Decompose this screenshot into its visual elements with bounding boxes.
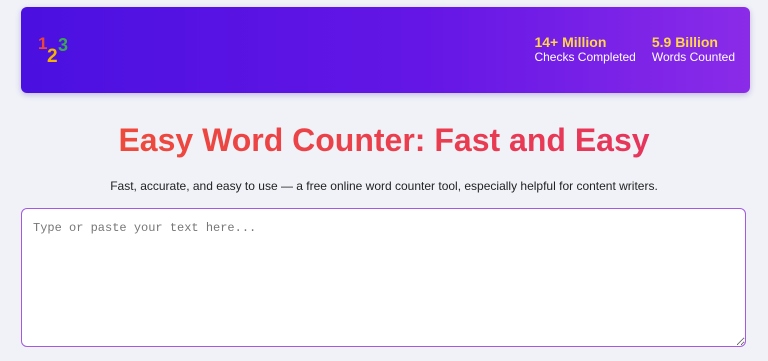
stat-value: 14+ Million <box>534 34 607 50</box>
logo-123-icon[interactable]: 1 2 3 <box>37 31 77 67</box>
page: 1 2 3 14+ Million Checks Completed 5.9 B… <box>0 0 768 361</box>
text-input-area[interactable] <box>21 208 746 347</box>
header-banner: 1 2 3 14+ Million Checks Completed 5.9 B… <box>21 7 750 93</box>
stat-label: Checks Completed <box>534 50 636 64</box>
stat-value: 5.9 Billion <box>651 34 718 50</box>
page-title-text: Easy Word Counter: Fast and Easy <box>118 122 650 158</box>
stat-words: 5.9 Billion Words Counted <box>652 34 735 65</box>
svg-text:2: 2 <box>47 46 58 67</box>
page-subtitle: Fast, accurate, and easy to use — a free… <box>110 179 658 193</box>
page-title: Easy Word Counter: Fast and Easy <box>0 118 768 162</box>
svg-text:3: 3 <box>58 35 68 55</box>
stats-group: 14+ Million Checks Completed 5.9 Billion… <box>534 34 735 65</box>
stat-label: Words Counted <box>651 50 735 64</box>
stat-checks: 14+ Million Checks Completed <box>534 34 635 65</box>
